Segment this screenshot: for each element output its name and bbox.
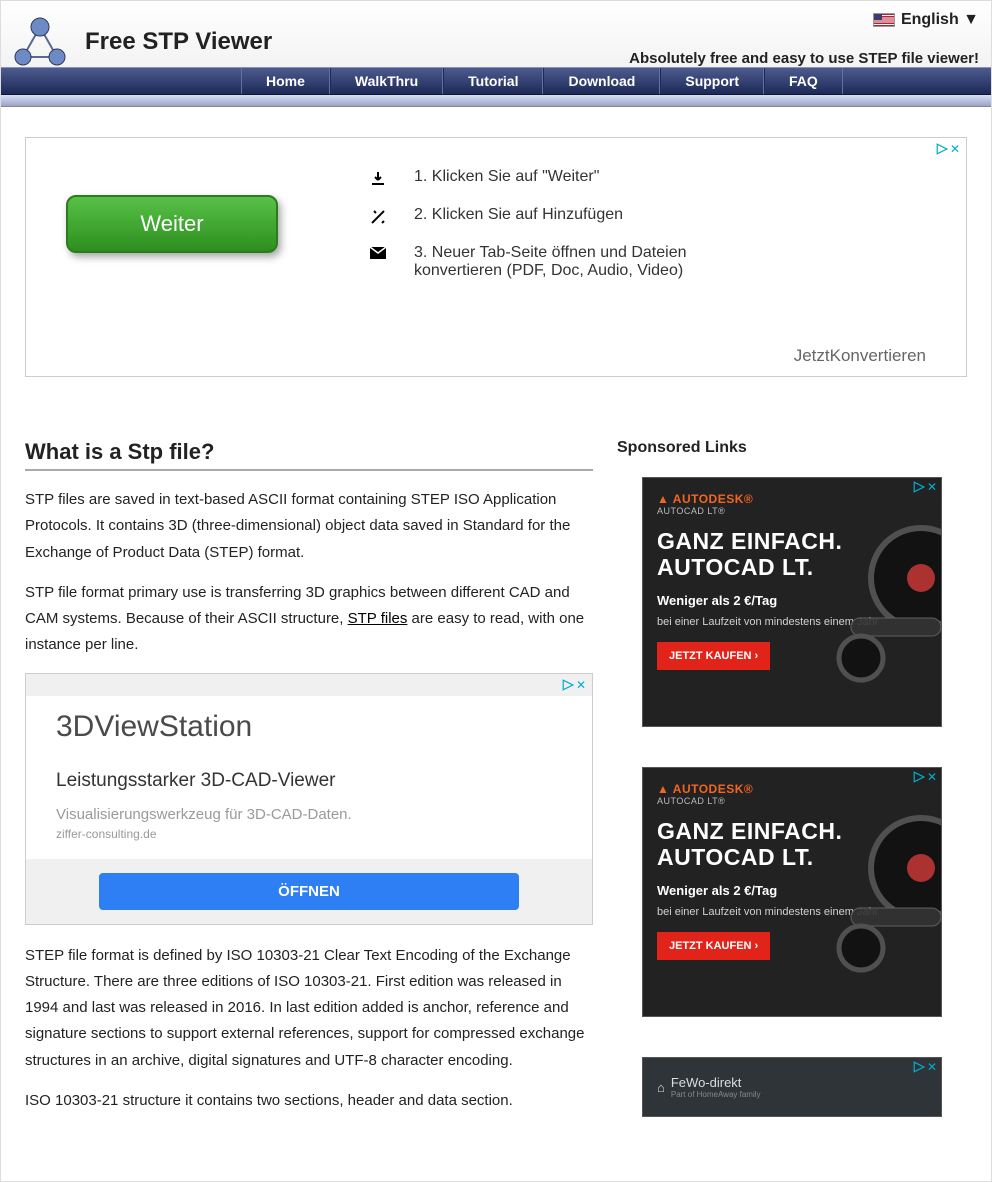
sidebar-ad-3[interactable]: ✕ ⌂ FeWo-direktPart of HomeAway family xyxy=(642,1057,942,1117)
site-title: Free STP Viewer xyxy=(85,28,272,56)
tagline: Absolutely free and easy to use STEP fil… xyxy=(629,50,979,67)
ad-banner-top: ✕ Weiter 1. Klicken Sie auf "Weiter" 2. … xyxy=(25,137,967,377)
autocad-cta-button[interactable]: JETZT KAUFEN › xyxy=(657,642,770,670)
logo-icon xyxy=(13,17,67,67)
house-icon: ⌂ xyxy=(657,1080,665,1095)
tools-icon xyxy=(368,206,388,226)
adchoices-icon[interactable]: ✕ xyxy=(936,142,960,156)
nav-walkthru[interactable]: WalkThru xyxy=(330,68,443,94)
language-selector[interactable]: English ▼ xyxy=(873,9,979,31)
main-content: What is a Stp file? STP files are saved … xyxy=(25,417,593,1157)
adchoices-icon[interactable]: ✕ xyxy=(913,770,937,784)
flag-us-icon xyxy=(873,13,895,27)
autocad-art-icon xyxy=(811,508,942,708)
nav-download[interactable]: Download xyxy=(543,68,660,94)
adchoices-icon[interactable]: ✕ xyxy=(913,1060,937,1074)
autocad-art-icon xyxy=(811,798,942,998)
ad-inline-title: 3DViewStation xyxy=(56,710,562,744)
ad-step-3: 3. Neuer Tab-Seite öffnen und Dateien ko… xyxy=(414,244,714,280)
mail-icon xyxy=(368,244,388,260)
ad-inline-url: ziffer-consulting.de xyxy=(56,827,562,841)
paragraph-1: STP files are saved in text-based ASCII … xyxy=(25,487,593,566)
main-nav: Home WalkThru Tutorial Download Support … xyxy=(1,67,991,95)
download-icon xyxy=(368,168,388,188)
article-heading: What is a Stp file? xyxy=(25,439,593,471)
ad-steps-list: 1. Klicken Sie auf "Weiter" 2. Klicken S… xyxy=(368,168,714,280)
ad-step-1: 1. Klicken Sie auf "Weiter" xyxy=(414,168,599,186)
brand: Free STP Viewer xyxy=(13,9,272,67)
paragraph-2: STP file format primary use is transferr… xyxy=(25,580,593,659)
language-label: English ▼ xyxy=(901,11,979,29)
sidebar: Sponsored Links ✕ ▲ AUTODESK®AUTOCAD LT®… xyxy=(617,417,967,1157)
ad-weiter-button[interactable]: Weiter xyxy=(66,195,278,253)
ad-step-2: 2. Klicken Sie auf Hinzufügen xyxy=(414,206,623,224)
nav-tutorial[interactable]: Tutorial xyxy=(443,68,543,94)
nav-home[interactable]: Home xyxy=(241,68,330,94)
sidebar-ad-1[interactable]: ✕ ▲ AUTODESK®AUTOCAD LT® GANZ EINFACH. A… xyxy=(642,477,942,727)
stp-files-link[interactable]: STP files xyxy=(348,610,408,627)
divider-stripe xyxy=(1,95,991,107)
nav-support[interactable]: Support xyxy=(660,68,764,94)
ad-brand-label: JetztKonvertieren xyxy=(66,346,926,366)
sponsored-heading: Sponsored Links xyxy=(617,439,967,457)
ad-inline-desc: Visualisierungswerkzeug für 3D-CAD-Daten… xyxy=(56,806,562,823)
paragraph-4: ISO 10303-21 structure it contains two s… xyxy=(25,1088,593,1114)
fewo-brand: ⌂ FeWo-direktPart of HomeAway family xyxy=(643,1058,941,1116)
sidebar-ad-2[interactable]: ✕ ▲ AUTODESK®AUTOCAD LT® GANZ EINFACH. A… xyxy=(642,767,942,1017)
adchoices-icon[interactable]: ✕ xyxy=(913,480,937,494)
paragraph-3: STEP file format is defined by ISO 10303… xyxy=(25,943,593,1074)
adchoices-icon[interactable]: ✕ xyxy=(562,678,586,692)
nav-faq[interactable]: FAQ xyxy=(764,68,843,94)
ad-inline-subtitle: Leistungsstarker 3D-CAD-Viewer xyxy=(56,770,562,792)
ad-inline: ✕ 3DViewStation Leistungsstarker 3D-CAD-… xyxy=(25,673,593,925)
ad-open-button[interactable]: ÖFFNEN xyxy=(99,873,519,910)
autocad-cta-button[interactable]: JETZT KAUFEN › xyxy=(657,932,770,960)
header-bar: Free STP Viewer English ▼ Absolutely fre… xyxy=(1,1,991,67)
